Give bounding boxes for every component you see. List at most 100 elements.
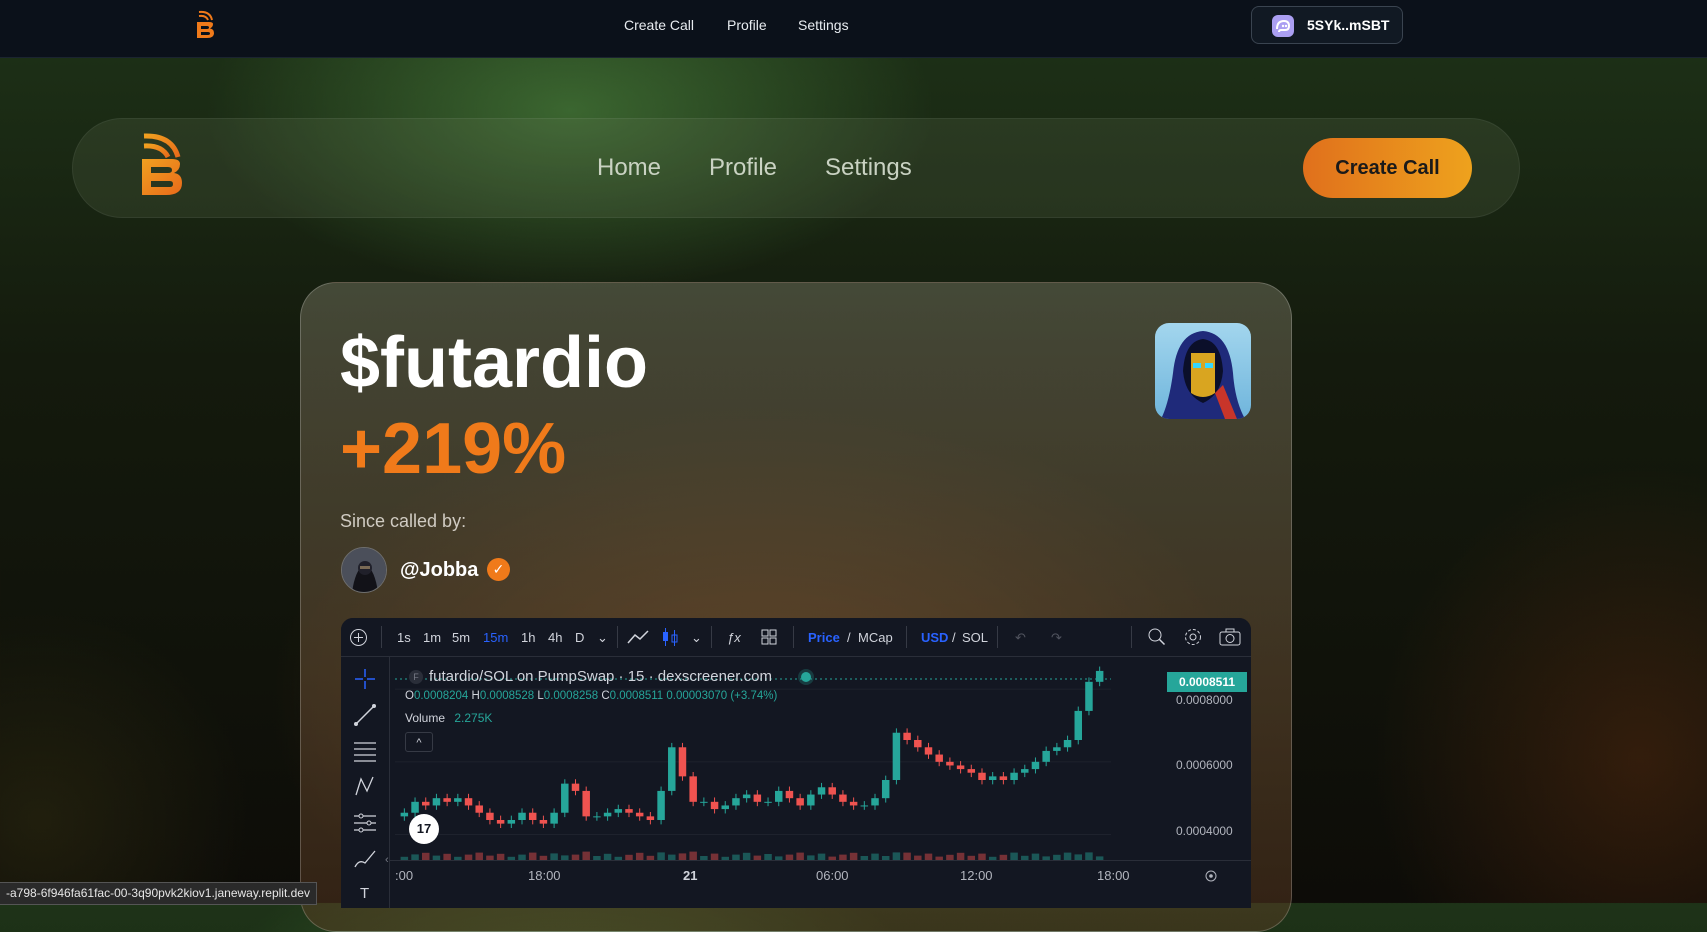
candle [496,820,505,824]
candle [625,809,633,813]
caller-avatar[interactable] [341,547,387,593]
candle [582,790,590,817]
nav-home[interactable]: Home [597,154,661,182]
candle [839,794,847,802]
fib-lines-icon[interactable] [353,739,377,763]
candle [946,761,954,766]
volume-bar [1010,852,1018,860]
candle [657,790,665,820]
candle [774,790,783,802]
price-chart[interactable]: 1s 1m 5m 15m 1h 4h D ⌄ ⌄ ƒx Price / MCap… [341,618,1251,908]
line-chart-type-icon[interactable] [627,629,649,645]
brush-icon[interactable] [353,847,377,871]
nav-settings[interactable]: Settings [825,154,912,182]
candle [732,798,740,806]
candle [935,754,943,762]
candle [999,776,1008,780]
top-nav-create-call[interactable]: Create Call [624,17,694,33]
interval-1s[interactable]: 1s [397,630,411,645]
add-indicator-icon[interactable] [349,628,368,647]
chart-type-dropdown-icon[interactable]: ⌄ [691,630,702,646]
candle [924,747,933,755]
volume-bar [1085,852,1093,860]
prediction-icon[interactable] [353,811,377,835]
candle [689,776,697,802]
undo-icon[interactable]: ↶ [1015,630,1026,646]
candle [967,769,976,773]
candle [486,812,494,820]
candle [1074,710,1083,740]
candle [956,765,965,770]
candles-chart-type-icon[interactable] [661,627,679,647]
interval-1m[interactable]: 1m [423,630,441,645]
text-tool-icon[interactable]: T [360,885,369,902]
usd-toggle[interactable]: USD [921,630,948,645]
candle [881,780,890,799]
x-tick-2: 21 [683,868,698,883]
drawing-toolbar: T ‹ [341,657,390,908]
collapse-legend-button[interactable]: ^ [405,732,433,752]
candle [871,798,879,806]
top-nav-profile[interactable]: Profile [727,17,767,33]
volume-bar [657,852,665,860]
time-axis-settings-icon[interactable] [1203,868,1219,884]
candle [475,805,483,813]
wallet-button[interactable]: 5SYk..mSBT [1251,6,1403,44]
volume-bar [635,852,644,860]
volume-bar [582,851,590,860]
volume-bar [528,852,537,860]
brand-logo-icon[interactable] [194,10,218,40]
interval-dropdown-icon[interactable]: ⌄ [597,630,608,646]
candle [700,801,708,803]
candle [753,794,762,802]
alert-search-icon[interactable] [1147,627,1167,647]
phantom-wallet-icon [1272,15,1294,37]
candle [400,812,409,817]
volume-value: 2.275K [454,711,493,725]
layout-grid-icon[interactable] [761,629,777,645]
volume-bar [849,852,858,860]
trend-line-icon[interactable] [353,703,377,727]
candle [432,798,441,806]
candle [1063,740,1072,748]
interval-d[interactable]: D [575,630,584,645]
indicators-fx-icon[interactable]: ƒx [727,630,741,645]
candle [421,801,430,806]
volume-bar [689,851,697,860]
candle [721,805,730,810]
ohlc-open: 0.0008204 [413,690,469,702]
redo-icon[interactable]: ↷ [1051,630,1062,646]
volume-legend: Volume 2.275K [405,711,492,725]
camera-icon[interactable] [1219,628,1241,646]
top-nav-settings[interactable]: Settings [798,17,849,33]
interval-15m[interactable]: 15m [483,630,508,645]
pattern-icon[interactable] [353,775,377,799]
interval-4h[interactable]: 4h [548,630,562,645]
interval-5m[interactable]: 5m [452,630,470,645]
candle [764,801,772,803]
candle [550,812,558,824]
tradingview-logo-icon[interactable]: 17 [409,814,439,844]
interval-1h[interactable]: 1h [521,630,535,645]
volume-bar [1063,852,1072,860]
brand-logo-large-icon[interactable] [140,133,188,199]
create-call-button[interactable]: Create Call [1303,138,1472,198]
top-bar: Create Call Profile Settings 5SYk..mSBT [0,0,1707,58]
candle [828,787,836,795]
mcap-toggle[interactable]: MCap [858,630,893,645]
candle [1042,750,1050,762]
candle [710,801,719,810]
live-status-icon [801,672,811,682]
caller-handle[interactable]: @Jobba [400,559,478,582]
token-ticker: $futardio [340,323,649,403]
nav-profile[interactable]: Profile [709,154,777,182]
candle [528,812,537,820]
sol-toggle[interactable]: SOL [962,630,988,645]
candle [785,790,794,799]
price-toggle[interactable]: Price [808,630,840,645]
volume-bar [475,852,483,860]
settings-gear-icon[interactable] [1183,627,1203,647]
crosshair-icon[interactable] [353,667,377,691]
x-tick-4: 12:00 [960,868,993,883]
candle [914,740,922,748]
